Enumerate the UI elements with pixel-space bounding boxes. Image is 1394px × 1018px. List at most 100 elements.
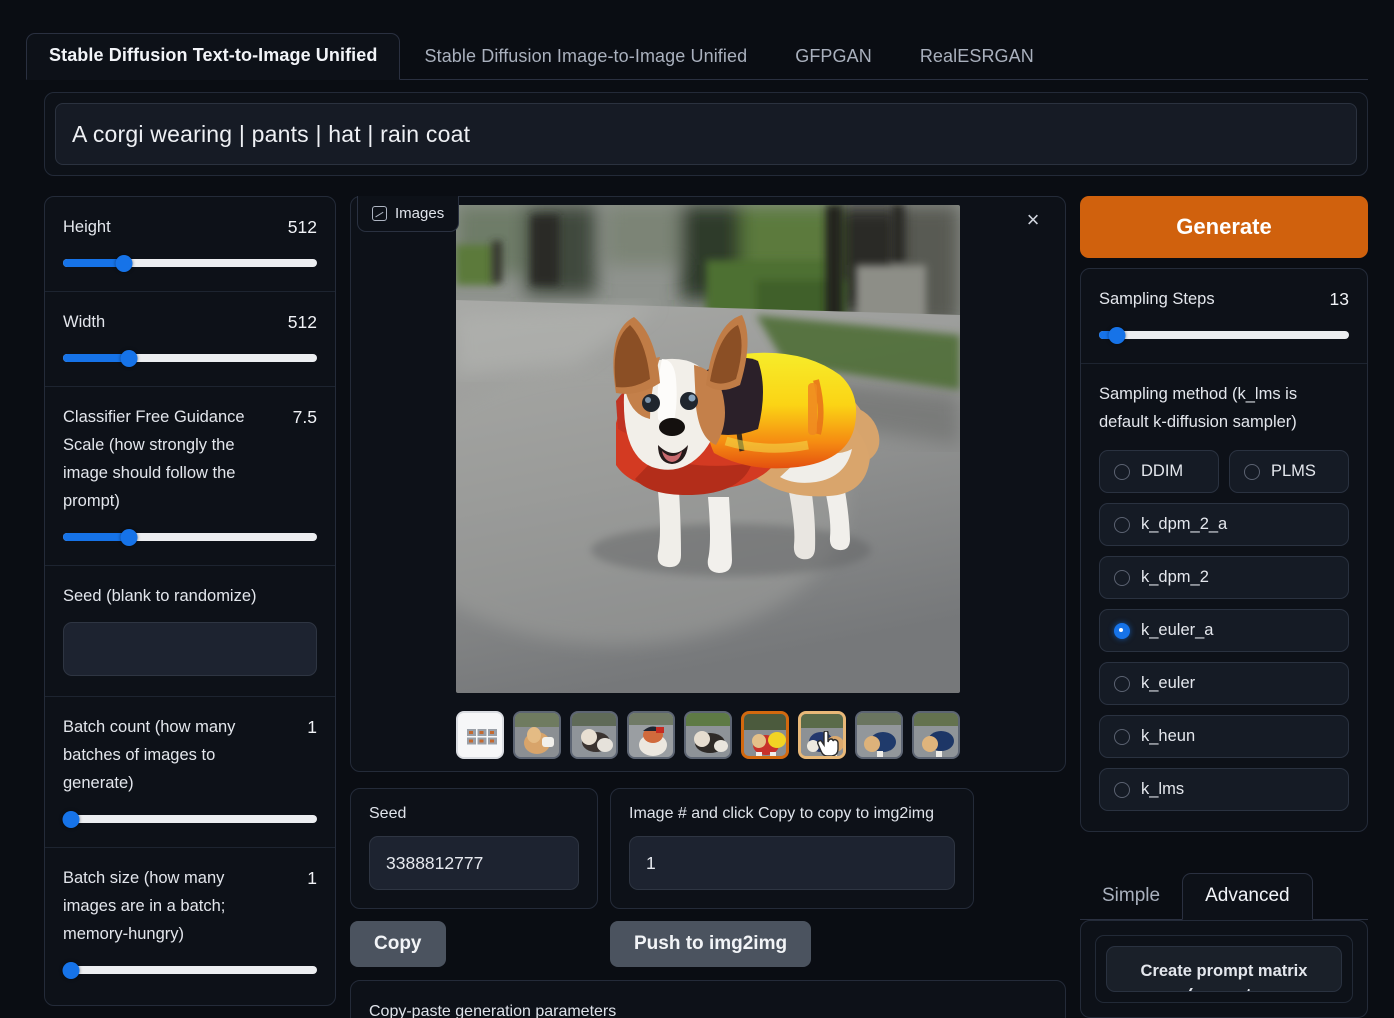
right-settings-column: Generate Sampling Steps 13 Sampling meth… xyxy=(1080,196,1368,1018)
radio-k-dpm-2[interactable]: k_dpm_2 xyxy=(1099,556,1349,599)
image-number-panel: Image # and click Copy to copy to img2im… xyxy=(610,788,974,909)
cfg-scale-header: Classifier Free Guidance Scale (how stro… xyxy=(63,403,317,515)
main-tab-bar: Stable Diffusion Text-to-Image Unified S… xyxy=(26,26,1368,80)
height-slider[interactable] xyxy=(63,254,317,272)
tab-text-to-image[interactable]: Stable Diffusion Text-to-Image Unified xyxy=(26,33,401,80)
seed-control: Seed (blank to randomize) xyxy=(45,566,335,697)
copy-button-column: Copy xyxy=(350,908,598,967)
sampling-steps-slider[interactable] xyxy=(1099,326,1349,344)
radio-dot-icon xyxy=(1114,569,1130,586)
batch-count-slider[interactable] xyxy=(62,810,317,828)
width-label: Width xyxy=(63,313,106,331)
batch-count-control: Batch count (how many batches of images … xyxy=(45,697,335,848)
sampling-method-label: Sampling method (k_lms is default k-diff… xyxy=(1099,385,1298,431)
cfg-scale-slider[interactable] xyxy=(63,528,317,546)
gallery-tab[interactable]: Images xyxy=(357,196,460,232)
height-control: Height 512 xyxy=(45,197,335,292)
radio-ddim[interactable]: DDIM xyxy=(1099,450,1219,493)
width-control: Width 512 xyxy=(45,292,335,387)
radio-label: k_lms xyxy=(1141,780,1185,798)
output-seed-input[interactable]: 3388812777 xyxy=(369,836,579,890)
image-number-input[interactable]: 1 xyxy=(629,836,955,890)
copy-button[interactable]: Copy xyxy=(350,921,446,967)
copy-paste-params-label: Copy-paste generation parameters xyxy=(369,1003,617,1018)
sampling-panel: Sampling Steps 13 Sampling method (k_lms… xyxy=(1080,268,1368,832)
slider-fill xyxy=(63,354,130,362)
thumbnail-item-selected[interactable] xyxy=(741,711,789,759)
thumbnail-item[interactable] xyxy=(855,711,903,759)
radio-k-dpm-2-a[interactable]: k_dpm_2_a xyxy=(1099,503,1349,546)
contact-sheet-icon xyxy=(458,713,502,757)
batch-size-header: Batch size (how many images are in a bat… xyxy=(63,864,317,948)
slider-knob[interactable] xyxy=(120,349,138,367)
thumb-image xyxy=(572,713,616,757)
tab-gfpgan[interactable]: GFPGAN xyxy=(771,35,896,79)
output-seed-label: Seed xyxy=(369,805,407,822)
height-label: Height xyxy=(63,218,111,236)
sampling-steps-value: 13 xyxy=(1329,289,1349,309)
app-window: Stable Diffusion Text-to-Image Unified S… xyxy=(0,0,1394,1018)
close-icon[interactable]: × xyxy=(1019,207,1047,235)
center-output-column: Images × Seed 3388812777 Image # and cli… xyxy=(350,196,1066,1018)
width-header: Width 512 xyxy=(63,308,317,336)
radio-dot-icon xyxy=(1114,463,1130,480)
cfg-scale-control: Classifier Free Guidance Scale (how stro… xyxy=(45,387,335,566)
slider-knob[interactable] xyxy=(62,810,80,828)
thumb-image xyxy=(744,714,786,756)
radio-k-euler-a[interactable]: k_euler_a xyxy=(1099,609,1349,652)
output-fields-row: Seed 3388812777 Image # and click Copy t… xyxy=(350,788,1066,909)
sampling-steps-label: Sampling Steps xyxy=(1099,290,1215,308)
sub-tab-label: Advanced xyxy=(1205,885,1290,906)
push-to-img2img-button[interactable]: Push to img2img xyxy=(610,921,812,967)
cfg-scale-value: 7.5 xyxy=(292,407,317,427)
slider-knob[interactable] xyxy=(120,528,138,546)
thumb-image xyxy=(686,713,730,757)
batch-size-slider[interactable] xyxy=(62,961,317,979)
tab-label: GFPGAN xyxy=(795,46,872,66)
slider-fill xyxy=(63,533,130,541)
create-prompt-matrix-option[interactable]: Create prompt matrix (separate xyxy=(1106,946,1342,992)
cfg-scale-label: Classifier Free Guidance Scale (how stro… xyxy=(63,408,245,510)
batch-size-label: Batch size (how many images are in a bat… xyxy=(63,869,226,943)
seed-input[interactable] xyxy=(63,622,317,676)
thumbnail-item[interactable] xyxy=(627,711,675,759)
right-sub-tab-bar: Simple Advanced xyxy=(1080,872,1368,920)
radio-dot-icon xyxy=(1244,463,1260,480)
radio-label: k_euler xyxy=(1141,674,1196,692)
radio-k-heun[interactable]: k_heun xyxy=(1099,715,1349,758)
radio-dot-icon xyxy=(1114,728,1130,745)
generate-button[interactable]: Generate xyxy=(1080,196,1368,258)
generated-image[interactable] xyxy=(456,205,960,693)
slider-track xyxy=(1099,331,1349,339)
radio-k-lms[interactable]: k_lms xyxy=(1099,768,1349,811)
radio-label: k_euler_a xyxy=(1141,621,1214,639)
thumb-image xyxy=(914,713,958,757)
thumbnail-item[interactable] xyxy=(570,711,618,759)
output-seed-panel: Seed 3388812777 xyxy=(350,788,598,909)
slider-knob[interactable] xyxy=(115,254,133,272)
height-value: 512 xyxy=(287,217,317,237)
thumbnail-item-hovered[interactable] xyxy=(798,711,846,759)
width-slider[interactable] xyxy=(63,349,317,367)
width-value: 512 xyxy=(287,312,317,332)
slider-knob[interactable] xyxy=(1108,326,1125,344)
prompt-input[interactable]: A corgi wearing | pants | hat | rain coa… xyxy=(55,103,1357,165)
radio-dot-icon xyxy=(1114,781,1130,798)
sub-tab-label: Simple xyxy=(1102,885,1161,906)
slider-knob[interactable] xyxy=(62,961,80,979)
thumbnail-strip xyxy=(351,711,1065,759)
sub-tab-simple[interactable]: Simple xyxy=(1080,874,1182,919)
sub-tab-advanced[interactable]: Advanced xyxy=(1182,873,1313,920)
thumbnail-item[interactable] xyxy=(513,711,561,759)
radio-k-euler[interactable]: k_euler xyxy=(1099,662,1349,705)
thumb-image xyxy=(515,713,559,757)
left-settings-panel: Height 512 Width 512 Classifier Free Gui… xyxy=(44,196,336,1006)
batch-size-value: 1 xyxy=(307,868,317,888)
tab-realesrgan[interactable]: RealESRGAN xyxy=(896,35,1058,79)
thumbnail-item[interactable] xyxy=(684,711,732,759)
thumbnail-grid-sheet[interactable] xyxy=(456,711,504,759)
radio-plms[interactable]: PLMS xyxy=(1229,450,1349,493)
tab-image-to-image[interactable]: Stable Diffusion Image-to-Image Unified xyxy=(400,35,771,79)
thumbnail-item[interactable] xyxy=(912,711,960,759)
generated-image-svg xyxy=(456,205,960,693)
